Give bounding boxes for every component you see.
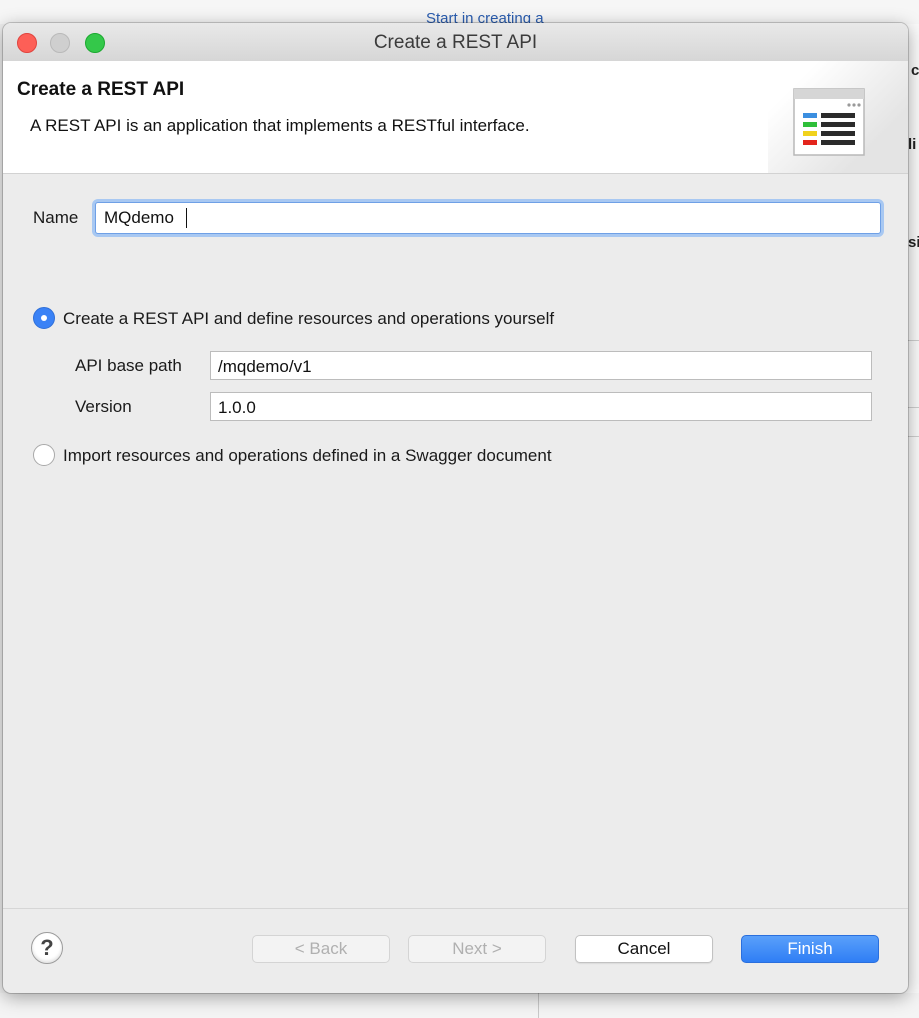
next-button[interactable]: Next > bbox=[408, 935, 546, 963]
version-input[interactable]: 1.0.0 bbox=[210, 392, 872, 421]
page-description: A REST API is an application that implem… bbox=[30, 116, 530, 135]
footer-divider bbox=[3, 908, 908, 909]
name-input[interactable]: MQdemo bbox=[95, 202, 881, 234]
wizard-body bbox=[3, 174, 908, 909]
wizard-header: Create a REST API A REST API is an appli… bbox=[3, 61, 908, 174]
background-bottom-area bbox=[0, 993, 919, 1018]
radio-import-swagger[interactable] bbox=[33, 444, 55, 466]
title-bar[interactable]: Create a REST API bbox=[3, 23, 908, 62]
api-base-path-input[interactable]: /mqdemo/v1 bbox=[210, 351, 872, 380]
api-base-path-value: /mqdemo/v1 bbox=[218, 357, 312, 376]
finish-button[interactable]: Finish bbox=[741, 935, 879, 963]
name-label: Name bbox=[33, 208, 79, 227]
background-divider bbox=[908, 340, 919, 341]
text-caret bbox=[186, 208, 187, 228]
create-rest-api-dialog: Create a REST API Create a REST API A RE… bbox=[3, 23, 908, 993]
option-define-yourself-label[interactable]: Create a REST API and define resources a… bbox=[63, 309, 554, 329]
wizard-document-list-icon bbox=[793, 88, 865, 156]
cancel-button[interactable]: Cancel bbox=[575, 935, 713, 963]
background-divider bbox=[908, 407, 919, 408]
version-label: Version bbox=[75, 397, 132, 416]
radio-define-yourself[interactable] bbox=[33, 307, 55, 329]
back-button[interactable]: < Back bbox=[252, 935, 390, 963]
name-input-value: MQdemo bbox=[104, 208, 174, 227]
page-title: Create a REST API bbox=[17, 79, 185, 100]
version-value: 1.0.0 bbox=[218, 398, 256, 417]
background-text-fragment: si bbox=[908, 234, 919, 251]
background-text-fragment: li bbox=[908, 136, 917, 153]
background-divider bbox=[908, 436, 919, 437]
window-title: Create a REST API bbox=[373, 32, 538, 53]
option-import-swagger-label[interactable]: Import resources and operations defined … bbox=[63, 446, 552, 466]
api-base-path-label: API base path bbox=[75, 356, 182, 375]
background-divider bbox=[538, 993, 539, 1018]
help-button[interactable]: ? bbox=[31, 932, 63, 964]
background-text-fragment: c bbox=[911, 62, 919, 79]
